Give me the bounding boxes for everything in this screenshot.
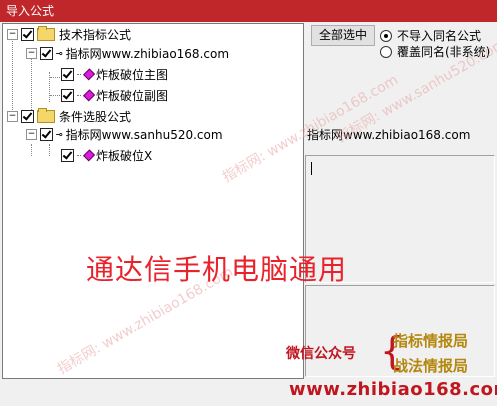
wechat-label: 微信公众号 — [286, 346, 356, 362]
promo-headline: 通达信手机电脑通用 — [86, 253, 348, 286]
collapse-toggle[interactable]: − — [7, 28, 18, 40]
promo-site: www.zhibiao168.com — [289, 379, 497, 400]
checkbox[interactable] — [61, 88, 74, 102]
tree-leaf[interactable]: 炸板破位副图 — [61, 86, 168, 104]
checkbox[interactable] — [21, 109, 34, 123]
checkbox[interactable] — [21, 27, 34, 41]
tree-node-source-2[interactable]: − ⊸ 指标网www.sanhu520.com — [26, 125, 223, 143]
tree-leaf-label: 炸板破位主图 — [96, 67, 169, 82]
checkbox[interactable] — [61, 148, 74, 162]
tree-leaf[interactable]: 炸板破位X — [61, 146, 152, 164]
tree-node-screener[interactable]: − 条件选股公式 — [7, 107, 131, 125]
key-icon: ⊸ — [56, 46, 63, 60]
tree-node-source-1[interactable]: − ⊸ 指标网www.zhibiao168.com — [26, 44, 229, 62]
tree-node-label: 技术指标公式 — [59, 27, 132, 42]
radio-dot[interactable] — [380, 29, 392, 42]
checkbox[interactable] — [40, 127, 53, 141]
radio-no-import[interactable]: 不导入同名公式 — [380, 27, 481, 44]
radio-label: 不导入同名公式 — [397, 29, 482, 43]
tree-leaf-label: 炸板破位副图 — [96, 88, 169, 103]
wechat-account-1: 指标情报局 — [393, 332, 469, 350]
folder-icon — [37, 25, 55, 41]
collapse-toggle[interactable]: − — [7, 110, 18, 122]
window-title: 导入公式 — [6, 4, 55, 18]
collapse-toggle[interactable]: − — [26, 47, 37, 59]
checkbox[interactable] — [61, 67, 74, 81]
folder-icon — [37, 107, 55, 123]
text-caret — [311, 162, 312, 175]
formula-icon — [77, 67, 95, 81]
checkbox[interactable] — [40, 46, 53, 60]
collapse-toggle[interactable]: − — [26, 128, 37, 140]
tree-node-indicators[interactable]: − 技术指标公式 — [7, 25, 131, 43]
select-all-button[interactable]: 全部选中 — [311, 25, 375, 46]
tree-leaf[interactable]: 炸板破位主图 — [61, 65, 168, 83]
source-label: 指标网www.zhibiao168.com — [307, 128, 471, 142]
formula-icon — [77, 148, 95, 162]
tree-node-label: 指标网www.sanhu520.com — [65, 127, 223, 142]
key-icon: ⊸ — [56, 127, 63, 141]
wechat-account-2: 战法情报局 — [393, 357, 469, 375]
tree-node-label: 指标网www.zhibiao168.com — [65, 46, 230, 61]
title-bar: 导入公式 — [0, 0, 497, 22]
tree-leaf-label: 炸板破位X — [96, 148, 153, 163]
formula-icon — [77, 88, 95, 102]
radio-dot[interactable] — [380, 45, 392, 58]
tree-node-label: 条件选股公式 — [59, 109, 132, 124]
